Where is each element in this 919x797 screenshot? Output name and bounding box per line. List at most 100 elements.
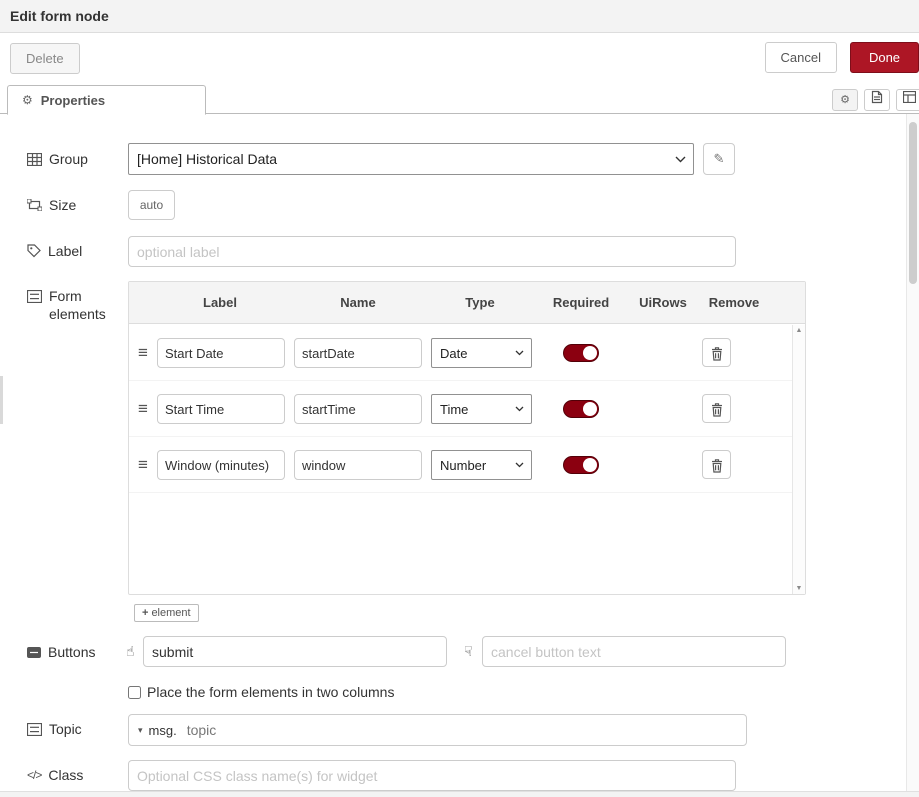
description-button[interactable] [864, 89, 890, 111]
thumbs-up-icon: ☝ [126, 643, 135, 660]
class-label: </> Class [27, 767, 83, 783]
done-button[interactable]: Done [850, 42, 919, 73]
col-header-label: Label [170, 282, 270, 324]
group-label: Group [27, 151, 88, 167]
required-toggle[interactable] [563, 400, 599, 418]
layout-icon [903, 91, 916, 103]
element-type-select[interactable]: Number [431, 450, 532, 480]
form-elements-body: ≡ Date ≡ [129, 325, 792, 594]
label-label: Label [27, 243, 82, 259]
element-name-input[interactable] [294, 394, 422, 424]
form-elements-header: Label Name Type Required UiRows Remove [129, 282, 805, 324]
topic-type-button[interactable]: ▾ msg. [129, 715, 183, 745]
add-element-label: element [151, 607, 190, 619]
list-icon [27, 723, 42, 736]
pencil-icon: ✎ [714, 151, 725, 166]
tab-properties-label: Properties [41, 93, 105, 108]
element-label-input[interactable] [157, 450, 285, 480]
add-element-button[interactable]: + element [134, 604, 199, 622]
object-size-icon [27, 199, 42, 211]
tag-icon [27, 244, 41, 258]
cancel-button[interactable]: Cancel [765, 42, 837, 73]
code-icon: </> [27, 768, 41, 782]
group-label-text: Group [49, 151, 88, 167]
element-name-input[interactable] [294, 450, 422, 480]
table-icon [27, 153, 42, 166]
trash-icon [711, 459, 723, 473]
class-label-text: Class [48, 767, 83, 783]
buttons-label: Buttons [27, 644, 95, 660]
scroll-down-icon[interactable]: ▼ [793, 585, 805, 592]
size-label: Size [27, 197, 76, 213]
label-input[interactable] [128, 236, 736, 267]
required-toggle[interactable] [563, 456, 599, 474]
submit-button-text-input[interactable] [143, 636, 447, 667]
trash-icon [711, 347, 723, 361]
topic-type-label: msg. [149, 723, 177, 738]
remove-element-button[interactable] [702, 338, 731, 367]
element-type-select[interactable]: Date [431, 338, 532, 368]
appearance-button[interactable] [896, 89, 919, 111]
col-header-remove: Remove [684, 282, 784, 324]
form-element-row: ≡ Number [129, 437, 792, 493]
button-icon [27, 647, 41, 658]
topic-label: Topic [27, 721, 82, 737]
trash-icon [711, 403, 723, 417]
cancel-button-text-input[interactable] [482, 636, 786, 667]
element-label-input[interactable] [157, 394, 285, 424]
drag-handle-icon[interactable]: ≡ [138, 381, 148, 437]
thumbs-down-icon: ☟ [464, 643, 473, 660]
delete-button[interactable]: Delete [10, 43, 80, 74]
label-label-text: Label [48, 243, 82, 259]
remove-element-button[interactable] [702, 450, 731, 479]
size-auto-button[interactable]: auto [128, 190, 175, 220]
chevron-down-icon [675, 156, 686, 163]
form-elements-table: Label Name Type Required UiRows Remove ≡… [128, 281, 806, 595]
two-columns-label: Place the form elements in two columns [147, 684, 394, 700]
remove-element-button[interactable] [702, 394, 731, 423]
list-icon [27, 290, 42, 303]
gear-icon: ⚙ [840, 94, 850, 106]
drag-handle-icon[interactable]: ≡ [138, 325, 148, 381]
topic-typed-input: ▾ msg. [128, 714, 747, 746]
footer-strip [0, 791, 919, 797]
file-icon [871, 90, 883, 104]
table-scrollbar[interactable]: ▲ ▼ [792, 325, 805, 594]
node-properties-button[interactable]: ⚙ [832, 89, 858, 111]
class-input[interactable] [128, 760, 736, 791]
form-elements-label: Form [27, 288, 82, 304]
col-header-name: Name [308, 282, 408, 324]
buttons-label-text: Buttons [48, 644, 95, 660]
required-toggle[interactable] [563, 344, 599, 362]
element-name-input[interactable] [294, 338, 422, 368]
form-element-row: ≡ Date [129, 325, 792, 381]
size-label-text: Size [49, 197, 76, 213]
group-select-value: [Home] Historical Data [137, 151, 277, 167]
size-value: auto [140, 198, 163, 212]
page-scrollbar[interactable] [906, 114, 919, 791]
dialog-header: Edit form node [0, 0, 919, 33]
plus-icon: + [142, 607, 148, 619]
chevron-down-icon [515, 350, 524, 356]
scrollbar-thumb[interactable] [909, 122, 917, 284]
dialog-title: Edit form node [10, 8, 109, 24]
group-select[interactable]: [Home] Historical Data [128, 143, 694, 175]
caret-down-icon: ▾ [138, 725, 143, 736]
edit-group-button[interactable]: ✎ [703, 143, 735, 175]
col-header-type: Type [430, 282, 530, 324]
element-type-select[interactable]: Time [431, 394, 532, 424]
drag-handle-icon[interactable]: ≡ [138, 437, 148, 493]
chevron-down-icon [515, 462, 524, 468]
two-columns-option[interactable]: Place the form elements in two columns [128, 684, 394, 700]
gear-icon: ⚙ [22, 93, 33, 107]
left-scrollbar-fragment [0, 376, 3, 424]
scroll-up-icon[interactable]: ▲ [793, 327, 805, 334]
form-elements-label-line1: Form [49, 288, 82, 304]
form-element-row: ≡ Time [129, 381, 792, 437]
element-label-input[interactable] [157, 338, 285, 368]
topic-value-input[interactable] [183, 722, 746, 738]
form-elements-label-line2: elements [49, 306, 106, 322]
tab-properties[interactable]: ⚙ Properties [7, 85, 206, 115]
two-columns-checkbox[interactable] [128, 686, 141, 699]
chevron-down-icon [515, 406, 524, 412]
